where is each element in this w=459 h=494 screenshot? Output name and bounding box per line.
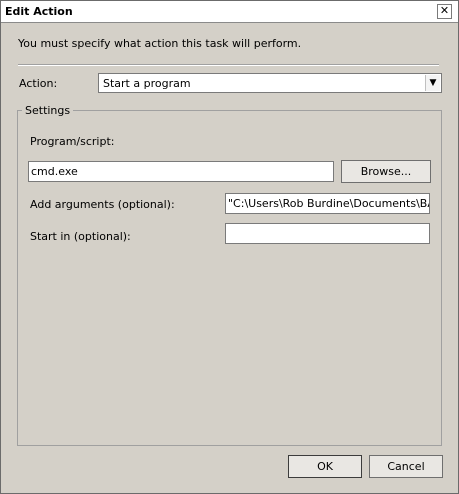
action-select-value: Start a program: [103, 77, 191, 90]
edit-action-dialog: Edit Action ✕ You must specify what acti…: [0, 0, 459, 494]
action-select[interactable]: Start a program ▼: [98, 73, 442, 93]
close-icon[interactable]: ✕: [437, 4, 452, 19]
program-script-input[interactable]: cmd.exe: [28, 161, 334, 182]
chevron-down-icon[interactable]: ▼: [425, 75, 440, 91]
action-label: Action:: [19, 77, 58, 90]
instruction-text: You must specify what action this task w…: [18, 37, 302, 50]
program-script-value: cmd.exe: [31, 165, 78, 178]
dialog-title: Edit Action: [5, 5, 73, 18]
start-in-label: Start in (optional):: [30, 230, 131, 243]
browse-button[interactable]: Browse...: [341, 160, 431, 183]
arguments-input[interactable]: "C:\Users\Rob Burdine\Documents\BA: [225, 193, 430, 214]
divider: [18, 64, 439, 66]
arguments-label: Add arguments (optional):: [30, 198, 175, 211]
start-in-input[interactable]: [225, 223, 430, 244]
cancel-button[interactable]: Cancel: [369, 455, 443, 478]
settings-group-title: Settings: [22, 104, 74, 117]
title-bar: Edit Action ✕: [1, 1, 458, 23]
arguments-value: "C:\Users\Rob Burdine\Documents\BA: [228, 197, 430, 210]
ok-button[interactable]: OK: [288, 455, 362, 478]
program-script-label: Program/script:: [30, 135, 115, 148]
